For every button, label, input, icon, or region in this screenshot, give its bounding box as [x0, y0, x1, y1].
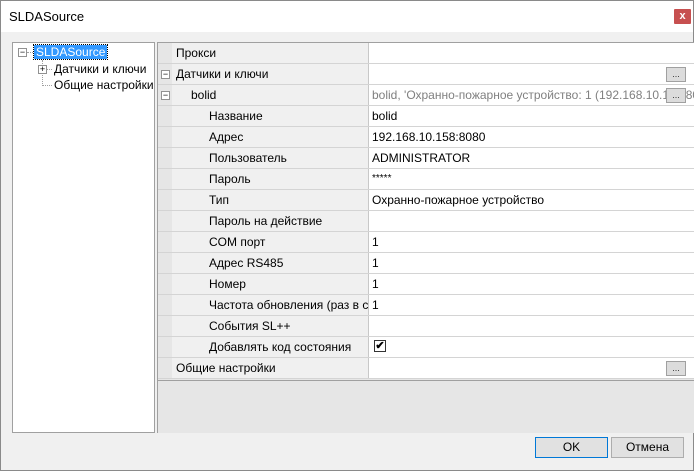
property-value[interactable]: 1 — [369, 253, 694, 273]
settings-tree: − SLDASource + Датчики и ключи Общие нас… — [12, 42, 155, 433]
tree-item-general-label: Общие настройки — [54, 78, 154, 92]
window-title: SLDASource — [9, 9, 85, 24]
property-name: Адрес RS485 — [172, 253, 369, 273]
property-name: Номер — [172, 274, 369, 294]
property-value[interactable] — [369, 211, 694, 231]
tree-collapse-icon[interactable]: − — [18, 48, 27, 57]
property-value[interactable] — [369, 64, 694, 84]
ellipsis-button[interactable]: ... — [666, 361, 686, 376]
property-row-password[interactable]: Пароль ***** — [158, 169, 694, 190]
property-name: Тип — [172, 190, 369, 210]
property-name: Пароль — [172, 169, 369, 189]
add-status-code-checkbox[interactable]: ✔ — [374, 340, 386, 352]
property-name: COM порт — [172, 232, 369, 252]
property-name: Пароль на действие — [172, 211, 369, 231]
tree-item-root-label: SLDASource — [32, 44, 109, 60]
property-grid: Прокси − Датчики и ключи ... − bolid bol… — [157, 42, 694, 433]
tree-item-sensors[interactable]: Датчики и ключи — [54, 61, 146, 77]
property-value[interactable]: 192.168.10.158:8080 — [369, 127, 694, 147]
property-value[interactable]: ADMINISTRATOR — [369, 148, 694, 168]
tree-expand-icon[interactable]: + — [38, 65, 47, 74]
ellipsis-button[interactable]: ... — [666, 67, 686, 82]
property-name: Добавлять код состояния — [172, 337, 369, 357]
property-row-rs485[interactable]: Адрес RS485 1 — [158, 253, 694, 274]
collapse-icon[interactable]: − — [161, 70, 170, 79]
property-name: Название — [172, 106, 369, 126]
property-row-sensors[interactable]: − Датчики и ключи ... — [158, 64, 694, 85]
property-value[interactable]: 1 — [369, 232, 694, 252]
property-row-com-port[interactable]: COM порт 1 — [158, 232, 694, 253]
property-value[interactable] — [369, 43, 694, 63]
property-row-events[interactable]: События SL++ — [158, 316, 694, 337]
dialog-window: SLDASource x − SLDASource + Датчики и кл… — [0, 0, 694, 471]
property-row-name[interactable]: Название bolid — [158, 106, 694, 127]
property-value-cell: ✔ — [369, 337, 694, 357]
property-name: Общие настройки — [172, 358, 369, 378]
property-value[interactable] — [369, 358, 694, 378]
ok-button[interactable]: OK — [535, 437, 608, 458]
ellipsis-button[interactable]: ... — [666, 88, 686, 103]
property-value[interactable] — [369, 316, 694, 336]
description-panel — [158, 380, 694, 433]
property-row-add-status-code[interactable]: Добавлять код состояния ✔ — [158, 337, 694, 358]
property-name: Прокси — [172, 43, 369, 63]
property-value[interactable]: 1 — [369, 295, 694, 315]
property-name: События SL++ — [172, 316, 369, 336]
tree-item-sensors-label: Датчики и ключи — [54, 62, 147, 76]
property-value[interactable]: 1 — [369, 274, 694, 294]
property-name: Частота обновления (раз в с... — [172, 295, 369, 315]
property-row-action-password[interactable]: Пароль на действие — [158, 211, 694, 232]
close-button[interactable]: x — [674, 9, 691, 24]
collapse-icon[interactable]: − — [161, 91, 170, 100]
property-row-type[interactable]: Тип Охранно-пожарное устройство — [158, 190, 694, 211]
property-value[interactable]: ***** — [369, 169, 694, 189]
property-row-refresh-rate[interactable]: Частота обновления (раз в с... 1 — [158, 295, 694, 316]
property-row-general[interactable]: Общие настройки ... — [158, 358, 694, 379]
property-row-user[interactable]: Пользователь ADMINISTRATOR — [158, 148, 694, 169]
title-bar: SLDASource x — [1, 1, 693, 32]
property-row-proxy[interactable]: Прокси — [158, 43, 694, 64]
property-value[interactable]: Охранно-пожарное устройство — [369, 190, 694, 210]
property-value[interactable]: bolid, 'Охранно-пожарное устройство: 1 (… — [369, 85, 694, 105]
property-name: Пользователь — [172, 148, 369, 168]
property-name: Датчики и ключи — [172, 64, 369, 84]
tree-item-general[interactable]: Общие настройки — [54, 77, 154, 93]
tree-item-root[interactable]: SLDASource — [32, 44, 109, 60]
property-row-bolid[interactable]: − bolid bolid, 'Охранно-пожарное устройс… — [158, 85, 694, 106]
property-name: Адрес — [172, 127, 369, 147]
property-row-number[interactable]: Номер 1 — [158, 274, 694, 295]
property-row-address[interactable]: Адрес 192.168.10.158:8080 — [158, 127, 694, 148]
property-name: bolid — [172, 85, 369, 105]
property-value[interactable]: bolid — [369, 106, 694, 126]
cancel-button[interactable]: Отмена — [611, 437, 684, 458]
